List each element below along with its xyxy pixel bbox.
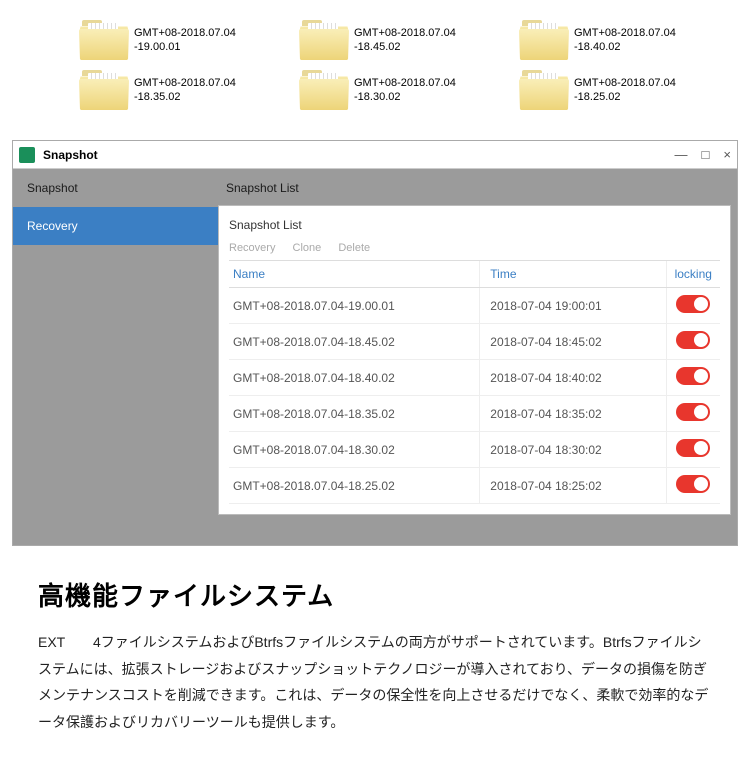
locking-toggle[interactable] (676, 331, 710, 349)
folder-icon (300, 20, 348, 60)
snapshot-list-box: Snapshot List Recovery Clone Delete Name… (218, 205, 731, 515)
folder-icon (520, 70, 568, 110)
cell-name: GMT+08-2018.07.04-18.25.02 (229, 468, 480, 504)
col-time[interactable]: Time (480, 261, 666, 288)
minimize-button[interactable]: — (675, 147, 688, 162)
cell-time: 2018-07-04 18:35:02 (480, 396, 666, 432)
sidebar: Snapshot Recovery (13, 169, 218, 545)
cell-time: 2018-07-04 18:25:02 (480, 468, 666, 504)
close-button[interactable]: × (723, 147, 731, 162)
article: 高機能ファイルシステム EXT 4ファイルシステムおよびBtrfsファイルシステ… (0, 576, 750, 765)
list-actions: Recovery Clone Delete (229, 242, 720, 260)
locking-toggle[interactable] (676, 295, 710, 313)
maximize-button[interactable]: □ (702, 147, 710, 162)
cell-name: GMT+08-2018.07.04-18.35.02 (229, 396, 480, 432)
cell-locking (666, 360, 720, 396)
cell-time: 2018-07-04 19:00:01 (480, 288, 666, 324)
locking-toggle[interactable] (676, 367, 710, 385)
cell-name: GMT+08-2018.07.04-18.45.02 (229, 324, 480, 360)
folder-item[interactable]: GMT+08-2018.07.04-18.35.02 (80, 70, 280, 110)
cell-locking (666, 468, 720, 504)
folder-label: GMT+08-2018.07.04-18.40.02 (574, 26, 676, 55)
folder-label: GMT+08-2018.07.04-18.25.02 (574, 76, 676, 105)
folder-grid: GMT+08-2018.07.04-19.00.01 GMT+08-2018.07… (0, 0, 750, 140)
article-body: EXT 4ファイルシステムおよびBtrfsファイルシステムの両方がサポートされて… (38, 629, 712, 735)
folder-label: GMT+08-2018.07.04-18.45.02 (354, 26, 456, 55)
table-row[interactable]: GMT+08-2018.07.04-18.40.022018-07-04 18:… (229, 360, 720, 396)
cell-locking (666, 396, 720, 432)
cell-name: GMT+08-2018.07.04-19.00.01 (229, 288, 480, 324)
content-area: Snapshot List Snapshot List Recovery Clo… (218, 169, 737, 545)
folder-item[interactable]: GMT+08-2018.07.04-18.45.02 (300, 20, 500, 60)
titlebar: Snapshot — □ × (13, 141, 737, 169)
folder-item[interactable]: GMT+08-2018.07.04-18.25.02 (520, 70, 720, 110)
cell-locking (666, 432, 720, 468)
action-recovery[interactable]: Recovery (229, 242, 275, 254)
list-title: Snapshot List (229, 214, 720, 242)
snapshot-table: Name Time locking GMT+08-2018.07.04-19.0… (229, 260, 720, 504)
sidebar-item-recovery[interactable]: Recovery (13, 207, 218, 245)
folder-icon (520, 20, 568, 60)
cell-name: GMT+08-2018.07.04-18.40.02 (229, 360, 480, 396)
cell-locking (666, 324, 720, 360)
folder-icon (80, 20, 128, 60)
folder-label: GMT+08-2018.07.04-19.00.01 (134, 26, 236, 55)
col-locking[interactable]: locking (666, 261, 720, 288)
folder-item[interactable]: GMT+08-2018.07.04-18.40.02 (520, 20, 720, 60)
table-row[interactable]: GMT+08-2018.07.04-18.35.022018-07-04 18:… (229, 396, 720, 432)
window-title: Snapshot (43, 148, 675, 162)
app-icon (19, 147, 35, 163)
cell-time: 2018-07-04 18:30:02 (480, 432, 666, 468)
folder-item[interactable]: GMT+08-2018.07.04-19.00.01 (80, 20, 280, 60)
folder-label: GMT+08-2018.07.04-18.35.02 (134, 76, 236, 105)
snapshot-app-window: Snapshot — □ × Snapshot Recovery Snapsho… (12, 140, 738, 546)
folder-label: GMT+08-2018.07.04-18.30.02 (354, 76, 456, 105)
cell-name: GMT+08-2018.07.04-18.30.02 (229, 432, 480, 468)
folder-icon (300, 70, 348, 110)
locking-toggle[interactable] (676, 403, 710, 421)
sidebar-item-snapshot[interactable]: Snapshot (13, 169, 218, 207)
table-row[interactable]: GMT+08-2018.07.04-18.45.022018-07-04 18:… (229, 324, 720, 360)
table-row[interactable]: GMT+08-2018.07.04-19.00.012018-07-04 19:… (229, 288, 720, 324)
panel-title: Snapshot List (218, 175, 731, 205)
table-row[interactable]: GMT+08-2018.07.04-18.30.022018-07-04 18:… (229, 432, 720, 468)
cell-locking (666, 288, 720, 324)
cell-time: 2018-07-04 18:40:02 (480, 360, 666, 396)
table-row[interactable]: GMT+08-2018.07.04-18.25.022018-07-04 18:… (229, 468, 720, 504)
folder-item[interactable]: GMT+08-2018.07.04-18.30.02 (300, 70, 500, 110)
action-delete[interactable]: Delete (338, 242, 370, 254)
article-heading: 高機能ファイルシステム (38, 576, 712, 613)
cell-time: 2018-07-04 18:45:02 (480, 324, 666, 360)
folder-icon (80, 70, 128, 110)
locking-toggle[interactable] (676, 475, 710, 493)
col-name[interactable]: Name (229, 261, 480, 288)
locking-toggle[interactable] (676, 439, 710, 457)
action-clone[interactable]: Clone (293, 242, 322, 254)
